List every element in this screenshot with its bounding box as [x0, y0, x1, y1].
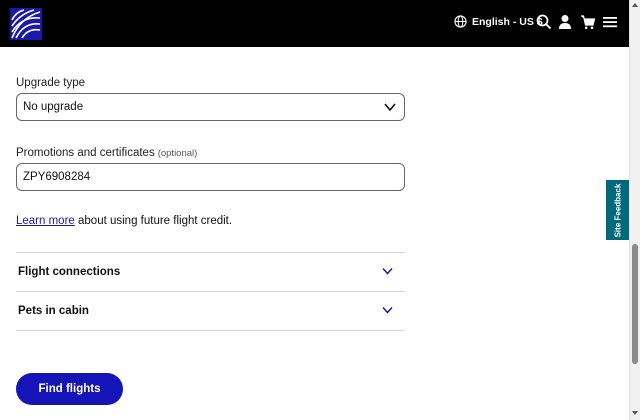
top-nav-bar: English - US $	[0, 0, 629, 47]
language-selector[interactable]: English - US $	[454, 15, 543, 28]
cart-icon[interactable]	[580, 14, 596, 30]
scroll-down-arrow-icon[interactable]	[632, 411, 638, 415]
chevron-down-icon	[384, 103, 396, 112]
search-icon[interactable]	[536, 14, 552, 30]
chevron-down-icon	[382, 306, 393, 314]
learn-more-link[interactable]: Learn more	[16, 215, 75, 227]
optional-hint: (optional)	[157, 148, 198, 159]
promotions-label: Promotions and certificates (optional)	[16, 147, 197, 159]
page-scrollbar[interactable]	[629, 0, 640, 420]
promotions-label-text: Promotions and certificates	[16, 147, 155, 159]
accordion-label: Flight connections	[18, 266, 121, 278]
chevron-down-icon	[382, 267, 393, 275]
future-credit-text: about using future flight credit.	[74, 215, 233, 227]
globe-logo[interactable]	[10, 8, 42, 40]
accordion-flight-connections[interactable]: Flight connections	[16, 253, 405, 291]
site-feedback-label: Site Feedback	[613, 183, 623, 237]
user-icon[interactable]	[557, 14, 573, 30]
globe-icon	[454, 15, 467, 28]
accordion-pets-in-cabin[interactable]: Pets in cabin	[16, 292, 405, 330]
find-flights-button[interactable]: Find flights	[16, 373, 123, 405]
divider	[16, 330, 405, 331]
scroll-up-arrow-icon[interactable]	[632, 3, 638, 7]
upgrade-type-value: No upgrade	[23, 101, 84, 113]
scrollbar-thumb[interactable]	[632, 244, 638, 364]
upgrade-type-label: Upgrade type	[16, 77, 86, 89]
future-credit-note: Learn more about using future flight cre…	[16, 215, 232, 227]
promotions-input-value: ZPY6908284	[23, 171, 91, 183]
menu-icon[interactable]	[602, 14, 618, 30]
language-label: English - US $	[472, 15, 543, 28]
accordion-label: Pets in cabin	[18, 305, 89, 317]
promotions-input[interactable]: ZPY6908284	[16, 163, 405, 191]
site-feedback-tab[interactable]: Site Feedback	[606, 180, 630, 240]
upgrade-type-select[interactable]: No upgrade	[16, 93, 405, 121]
